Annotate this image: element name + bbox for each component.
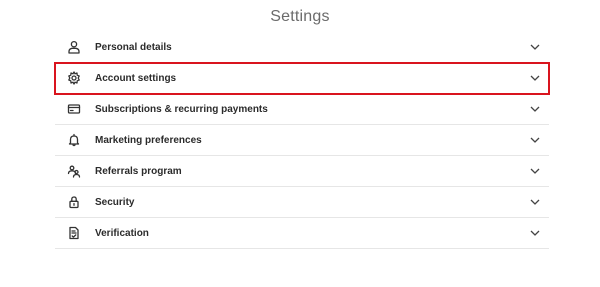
settings-item-account-settings[interactable]: Account settings xyxy=(54,62,550,95)
settings-item-marketing-preferences[interactable]: Marketing preferences xyxy=(55,125,549,156)
settings-item-label: Security xyxy=(95,196,135,208)
lock-icon xyxy=(66,194,82,210)
settings-item-label: Personal details xyxy=(95,41,172,53)
chevron-down-icon xyxy=(529,41,541,53)
document-check-icon xyxy=(66,225,82,241)
card-icon xyxy=(66,101,82,117)
settings-item-personal-details[interactable]: Personal details xyxy=(55,32,549,63)
settings-item-security[interactable]: Security xyxy=(55,187,549,218)
settings-item-referrals-program[interactable]: Referrals program xyxy=(55,156,549,187)
settings-item-label: Account settings xyxy=(95,72,177,84)
people-icon xyxy=(66,163,82,179)
settings-item-label: Verification xyxy=(95,227,149,239)
chevron-down-icon xyxy=(529,103,541,115)
chevron-down-icon xyxy=(529,196,541,208)
chevron-down-icon xyxy=(529,165,541,177)
settings-item-label: Subscriptions & recurring payments xyxy=(95,103,268,115)
settings-list: Personal details Account settings Subscr… xyxy=(54,32,550,249)
settings-item-label: Marketing preferences xyxy=(95,134,202,146)
chevron-down-icon xyxy=(529,72,541,84)
bell-icon xyxy=(66,132,82,148)
person-icon xyxy=(66,39,82,55)
chevron-down-icon xyxy=(529,227,541,239)
chevron-down-icon xyxy=(529,134,541,146)
gear-icon xyxy=(66,70,82,86)
page-title: Settings xyxy=(270,8,330,25)
settings-item-label: Referrals program xyxy=(95,165,182,177)
settings-item-subscriptions[interactable]: Subscriptions & recurring payments xyxy=(55,94,549,125)
settings-item-verification[interactable]: Verification xyxy=(55,218,549,249)
